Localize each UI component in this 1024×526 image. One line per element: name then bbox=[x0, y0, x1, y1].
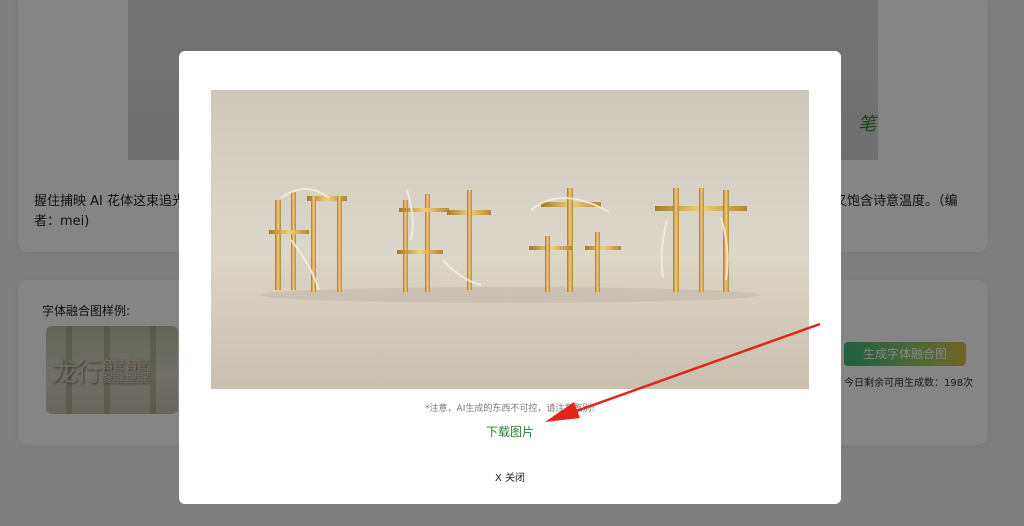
download-image-link[interactable]: 下载图片 bbox=[179, 423, 841, 440]
result-modal: *注意，AI生成的东西不可控，请注意甄别! 下载图片 X 关闭 bbox=[179, 51, 841, 504]
generated-glyph-art bbox=[260, 188, 760, 303]
ai-notice: *注意，AI生成的东西不可控，请注意甄别! bbox=[425, 404, 595, 414]
close-modal-button[interactable]: X 关闭 bbox=[179, 469, 841, 484]
generated-image bbox=[211, 90, 809, 389]
